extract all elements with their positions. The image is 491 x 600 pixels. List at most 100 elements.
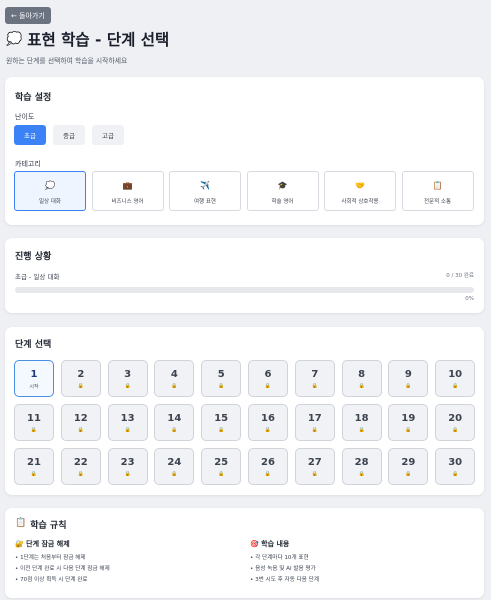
rules-card: 📋 학습 규칙 🔐 단계 잠금 해제 • 1단계는 처음부터 잠금 해제 • 이… — [5, 508, 484, 598]
category-label-text: 전문적 소통 — [423, 199, 452, 205]
stage-button[interactable]: 22 🔒 — [60, 448, 101, 485]
content-rules-title-text: 학습 내용 — [261, 540, 290, 548]
stage-number: 16 — [261, 413, 275, 424]
stage-number: 6 — [264, 369, 272, 380]
settings-card: 학습 설정 난이도 초급 중급 고급 카테고리 💭 일상 대화 💼 비즈니스 영어 ✈️ 여행… — [5, 77, 484, 225]
thought-bubble-icon: 💭 — [45, 181, 55, 190]
category-card[interactable]: 🎓 학술 영어 — [246, 171, 319, 211]
category-card[interactable]: 💼 비즈니스 영어 — [91, 171, 164, 211]
lock-icon: 🔒 — [452, 383, 459, 389]
stage-number: 5 — [217, 369, 225, 380]
stage-button[interactable]: 21 🔒 — [14, 448, 54, 485]
stage-button[interactable]: 16 🔒 — [248, 404, 288, 441]
unlock-rule-item: • 70점 이상 획득 시 단계 완료 — [15, 577, 88, 583]
stage-button[interactable]: 23 🔒 — [107, 448, 148, 485]
stage-button[interactable]: 9 🔒 — [388, 360, 429, 397]
stage-button[interactable]: 13 🔒 — [107, 404, 148, 441]
stage-number: 23 — [120, 457, 135, 468]
stage-button[interactable]: 19 🔒 — [388, 404, 429, 441]
stage-number: 2 — [77, 369, 85, 380]
stage-button[interactable]: 8 🔒 — [341, 360, 382, 397]
stage-number: 10 — [448, 369, 463, 380]
lock-icon: 🔒 — [452, 427, 459, 433]
category-card[interactable]: 🤝 사회적 상호작용 — [324, 171, 396, 211]
clipboard-icon: 📋 — [15, 518, 27, 528]
stage-number: 27 — [307, 457, 322, 468]
lock-icon: 🔒 — [171, 383, 178, 389]
difficulty-button[interactable]: 고급 — [92, 125, 124, 145]
lock-key-icon: 🔐 — [15, 540, 24, 548]
stage-number: 25 — [214, 457, 229, 468]
category-label-text: 일상 대화 — [39, 199, 61, 205]
progress-percent: 0% — [465, 296, 474, 302]
stage-number: 14 — [167, 413, 182, 424]
category-card[interactable]: ✈️ 여행 표현 — [169, 171, 241, 211]
lock-icon: 🔒 — [264, 427, 272, 433]
settings-title: 학습 설정 — [15, 93, 52, 103]
stage-button[interactable]: 25 🔒 — [201, 448, 242, 485]
stage-button[interactable]: 17 🔒 — [294, 404, 335, 441]
lock-icon: 🔒 — [264, 383, 272, 389]
stage-button[interactable]: 10 🔒 — [435, 360, 476, 397]
stage-button[interactable]: 26 🔒 — [248, 448, 288, 485]
unlock-rules-title: 🔐 단계 잠금 해제 — [15, 539, 70, 549]
stage-number: 18 — [354, 413, 369, 424]
lock-icon: 🔒 — [171, 427, 178, 433]
category-label-text: 여행 표현 — [194, 199, 216, 205]
stage-button[interactable]: 28 🔒 — [341, 448, 382, 485]
category-card[interactable]: 📋 전문적 소통 — [401, 171, 474, 211]
lock-icon: 🔒 — [311, 471, 318, 477]
lock-icon: 🔒 — [124, 471, 131, 477]
stage-number: 11 — [27, 413, 41, 424]
stage-button[interactable]: 7 🔒 — [294, 360, 335, 397]
stage-button[interactable]: 18 🔒 — [341, 404, 382, 441]
difficulty-button[interactable]: 중급 — [53, 125, 85, 145]
stage-number: 7 — [311, 369, 319, 380]
airplane-icon: ✈️ — [200, 181, 210, 190]
stage-number: 19 — [401, 413, 416, 424]
lock-icon: 🔒 — [452, 471, 459, 477]
handshake-icon: 🤝 — [355, 181, 365, 190]
stage-button[interactable]: 2 🔒 — [60, 360, 101, 397]
content-rule-item: • 3번 시도 후 자동 다음 단계 — [250, 577, 319, 583]
stage-button[interactable]: 29 🔒 — [388, 448, 429, 485]
stage-button[interactable]: 12 🔒 — [60, 404, 101, 441]
stage-number: 15 — [214, 413, 229, 424]
stage-button[interactable]: 27 🔒 — [294, 448, 335, 485]
unlock-rule-item: • 1단계는 처음부터 잠금 해제 — [15, 555, 86, 561]
stage-button[interactable]: 6 🔒 — [248, 360, 288, 397]
stage-number: 13 — [120, 413, 135, 424]
lock-icon: 🔒 — [405, 383, 412, 389]
page-subtitle: 원하는 단계를 선택하여 학습을 시작하세요 — [6, 57, 128, 65]
stage-button[interactable]: 3 🔒 — [107, 360, 148, 397]
difficulty-button[interactable]: 초급 — [14, 125, 46, 145]
lock-icon: 🔒 — [124, 383, 131, 389]
content-rule-item: • 음성 녹음 및 AI 발음 평가 — [250, 566, 316, 572]
stage-button[interactable]: 24 🔒 — [154, 448, 195, 485]
content-rules-title: 🎯 학습 내용 — [250, 539, 289, 549]
stage-button[interactable]: 1 시작 — [14, 360, 54, 397]
stage-button[interactable]: 15 🔒 — [201, 404, 242, 441]
rules-title-text: 학습 규칙 — [30, 521, 67, 531]
lock-icon: 🔒 — [405, 427, 412, 433]
lock-icon: 🔒 — [30, 471, 38, 477]
content-rule-item: • 각 단계마다 10개 표현 — [250, 555, 309, 561]
stage-button[interactable]: 20 🔒 — [435, 404, 476, 441]
stages-card: 단계 선택 1 시작 2 🔒 3 🔒 4 🔒 5 🔒 6 🔒 7 🔒 8 🔒 9 🔒 10 🔒 11 🔒 12 🔒 13 🔒 14 🔒… — [5, 327, 484, 495]
stage-button[interactable]: 11 🔒 — [14, 404, 54, 441]
stage-button[interactable]: 5 🔒 — [201, 360, 242, 397]
stage-button[interactable]: 30 🔒 — [435, 448, 476, 485]
stage-button[interactable]: 14 🔒 — [154, 404, 195, 441]
stage-number: 20 — [448, 413, 463, 424]
lock-icon: 🔒 — [218, 471, 225, 477]
lock-icon: 🔒 — [77, 471, 84, 477]
stage-button[interactable]: 4 🔒 — [154, 360, 195, 397]
lock-icon: 🔒 — [358, 471, 365, 477]
back-button[interactable]: ← 돌아가기 — [5, 7, 51, 24]
progress-card: 진행 상황 초급 - 일상 대화 0 / 30 완료 0% — [5, 238, 484, 313]
lock-icon: 🔒 — [358, 427, 365, 433]
difficulty-label: 난이도 — [15, 113, 35, 121]
category-card[interactable]: 💭 일상 대화 — [14, 171, 86, 211]
lock-icon: 🔒 — [30, 427, 38, 433]
lock-icon: 🔒 — [77, 427, 84, 433]
